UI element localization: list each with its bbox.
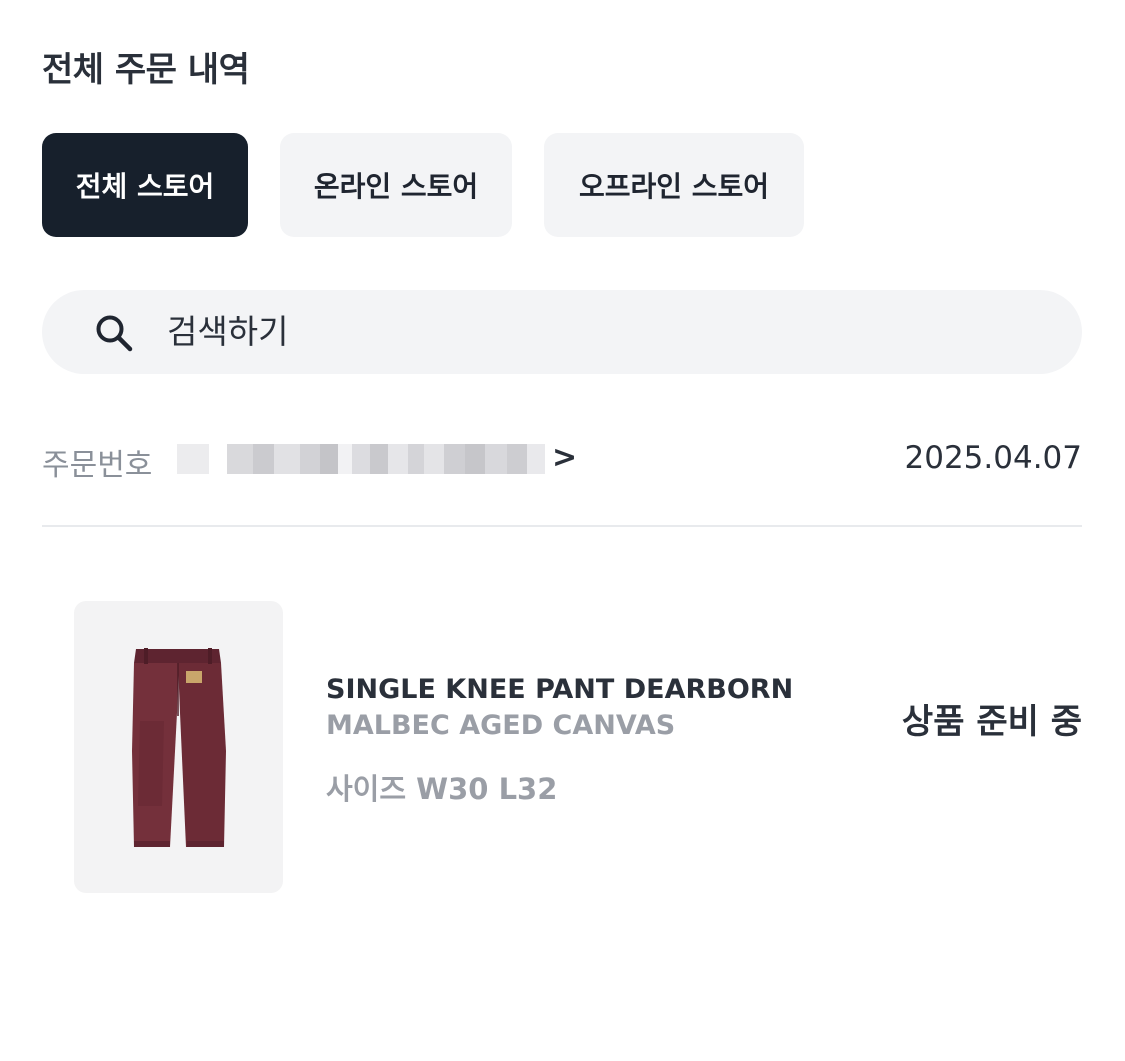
tab-all-store[interactable]: 전체 스토어 xyxy=(42,133,248,237)
search-input[interactable]: 검색하기 xyxy=(167,312,288,352)
store-tabs: 전체 스토어 온라인 스토어 오프라인 스토어 xyxy=(42,133,804,237)
tab-offline-store[interactable]: 오프라인 스토어 xyxy=(544,133,804,237)
product-info[interactable]: SINGLE KNEE PANT DEARBORN MALBEC AGED CA… xyxy=(326,672,793,808)
order-date: 2025.04.07 xyxy=(904,440,1083,476)
search-bar[interactable]: 검색하기 xyxy=(42,290,1082,374)
search-icon xyxy=(96,315,133,352)
product-color: MALBEC AGED CANVAS xyxy=(326,710,676,741)
order-number-obscured xyxy=(177,444,545,474)
pants-image xyxy=(132,648,226,847)
tab-online-store[interactable]: 온라인 스토어 xyxy=(280,133,512,237)
order-detail-chevron-icon[interactable]: > xyxy=(552,440,577,475)
product-image[interactable] xyxy=(74,601,283,893)
divider xyxy=(42,525,1082,527)
order-status: 상품 준비 중 xyxy=(901,702,1082,742)
order-number-label: 주문번호 xyxy=(42,448,153,483)
page-title: 전체 주문 내역 xyxy=(42,50,250,90)
product-size: 사이즈 W30 L32 xyxy=(326,772,558,806)
product-name: SINGLE KNEE PANT DEARBORN xyxy=(326,674,794,705)
order-header[interactable]: 주문번호 > 2025.04.07 xyxy=(42,436,1082,484)
